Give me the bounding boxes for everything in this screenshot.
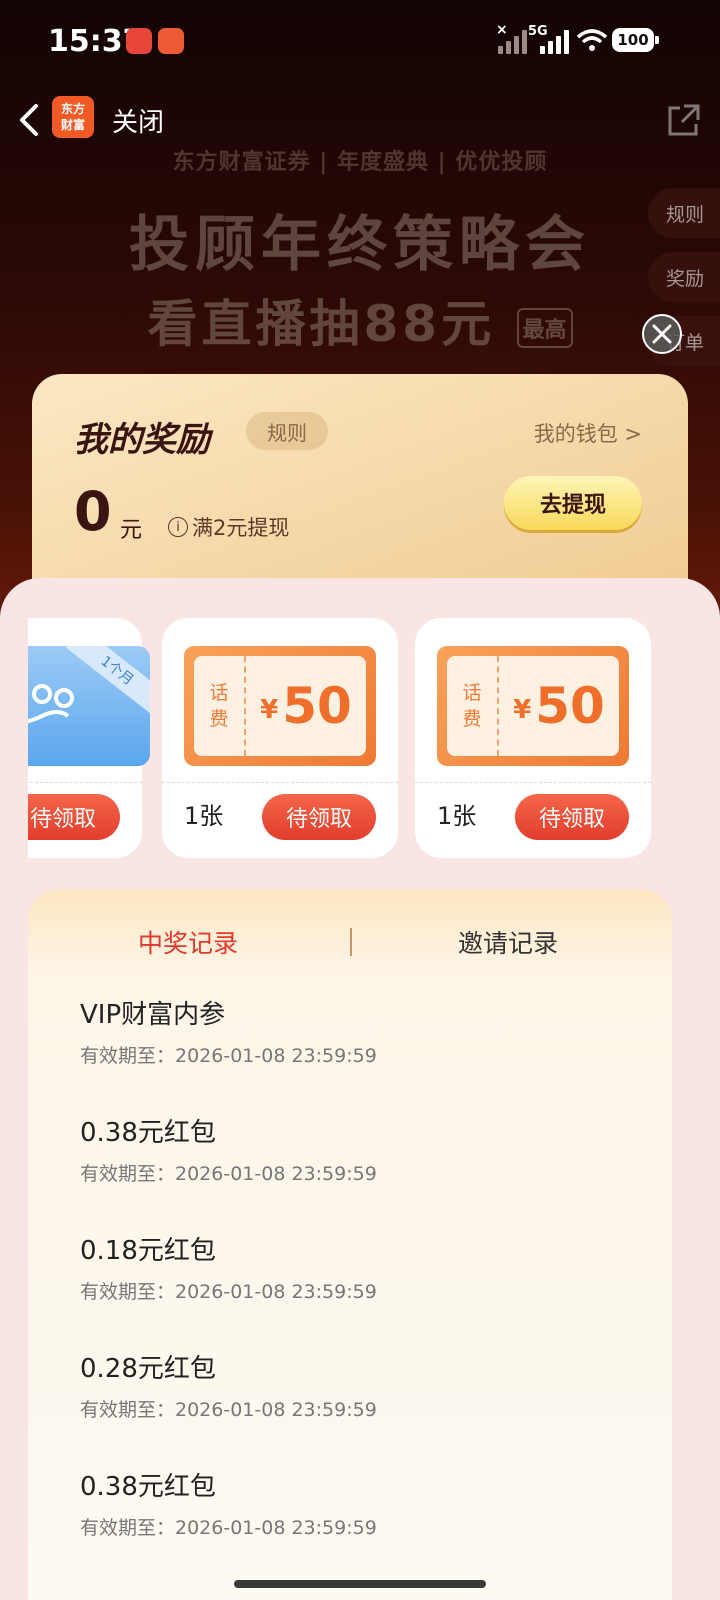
records-panel: 中奖记录 邀请记录 VIP财富内参 有效期至：2026-01-08 23:59:… <box>28 890 672 1600</box>
close-button[interactable]: 关闭 <box>112 102 164 139</box>
withdraw-button[interactable]: 去提现 <box>504 476 642 530</box>
info-icon: i <box>168 517 188 537</box>
coupon-qty: 1张 <box>184 802 224 830</box>
list-item: VIP财富内参 有效期至：2026-01-08 23:59:59 <box>80 994 377 1068</box>
record-expiry: 有效期至：2026-01-08 23:59:59 <box>80 1163 377 1185</box>
rules-tag-button[interactable]: 规则 <box>246 412 328 450</box>
popup-close-icon[interactable] <box>642 314 682 354</box>
banner-badge: 最高 <box>516 307 573 348</box>
withdraw-note: i 满2元提现 <box>168 512 289 542</box>
coupon-card-phone: 话费 ¥50 1张 待领取 <box>162 618 398 858</box>
coupon-value: 50 <box>282 677 352 735</box>
brand-logo: 东方 财富 <box>52 96 94 138</box>
tab-invite-records[interactable]: 邀请记录 <box>458 924 558 960</box>
share-icon[interactable] <box>664 102 702 140</box>
banner-title: 投顾年终策略会 <box>129 210 591 280</box>
claim-button[interactable]: 待领取 <box>515 794 629 840</box>
banner-subtitle: 东方财富证券 | 年度盛典 | 优优投顾 <box>172 150 548 175</box>
wifi-icon <box>576 29 608 51</box>
coupon-qty: 1张 <box>437 802 477 830</box>
record-name: 0.38元红包 <box>80 1118 216 1148</box>
signal-sim1-icon <box>498 28 527 54</box>
netease-music-icon <box>126 28 152 54</box>
list-item: 0.28元红包 有效期至：2026-01-08 23:59:59 <box>80 1348 377 1422</box>
battery-indicator: 100 <box>612 28 659 52</box>
side-button-rewards[interactable]: 奖励 <box>647 252 720 302</box>
phone-credit-ticket: 话费 ¥50 <box>437 646 629 766</box>
signal-sim2-icon <box>540 28 569 54</box>
rewards-title: 我的奖励 <box>74 420 210 460</box>
record-name: 0.18元红包 <box>80 1236 216 1266</box>
record-expiry: 有效期至：2026-01-08 23:59:59 <box>80 1281 377 1303</box>
list-item: 0.38元红包 有效期至：2026-01-08 23:59:59 <box>80 1466 377 1540</box>
nav-bar: 东方 财富 关闭 <box>0 90 720 150</box>
list-item: 0.18元红包 有效期至：2026-01-08 23:59:59 <box>80 1230 377 1304</box>
record-name: 0.38元红包 <box>80 1472 216 1502</box>
claim-button[interactable]: 待领取 <box>262 794 376 840</box>
claim-button[interactable]: 待领取 <box>28 794 120 840</box>
record-name: VIP财富内参 <box>80 1000 226 1030</box>
vip-image: 1个月 <box>28 646 150 766</box>
home-indicator[interactable] <box>234 1580 486 1588</box>
rewards-sheet: 1个月 待领取 话费 ¥50 1张 待领取 话 费 ¥ 50 1张 待领取 中奖… <box>0 578 720 1600</box>
app-notification-icon <box>158 28 184 54</box>
coupon-carousel[interactable]: 1个月 待领取 话费 ¥50 1张 待领取 话 费 ¥ 50 1张 待领取 <box>28 618 692 858</box>
record-expiry: 有效期至：2026-01-08 23:59:59 <box>80 1517 377 1539</box>
record-expiry: 有效期至：2026-01-08 23:59:59 <box>80 1399 377 1421</box>
reward-unit: 元 <box>120 518 143 543</box>
my-wallet-link[interactable]: 我的钱包 > <box>534 418 642 448</box>
banner-subtitle-2: 看直播抽88元 最高 <box>0 284 720 356</box>
reward-amount: 0 <box>74 480 112 543</box>
coupon-value: 50 <box>535 677 605 735</box>
hand-icon <box>28 684 74 724</box>
phone-credit-ticket: 话费 ¥50 <box>184 646 376 766</box>
tab-divider <box>350 928 352 956</box>
tab-prize-records[interactable]: 中奖记录 <box>138 924 238 960</box>
record-name: 0.28元红包 <box>80 1354 216 1384</box>
status-bar: 15:37 × 5G 100 <box>0 0 720 84</box>
list-item: 0.38元红包 有效期至：2026-01-08 23:59:59 <box>80 1112 377 1186</box>
side-button-rules[interactable]: 规则 <box>647 188 720 238</box>
back-arrow-icon[interactable] <box>14 100 44 140</box>
record-expiry: 有效期至：2026-01-08 23:59:59 <box>80 1045 377 1067</box>
coupon-card-phone: 话费 ¥50 1张 待领取 <box>415 618 651 858</box>
coupon-card-vip: 1个月 待领取 <box>28 618 150 858</box>
